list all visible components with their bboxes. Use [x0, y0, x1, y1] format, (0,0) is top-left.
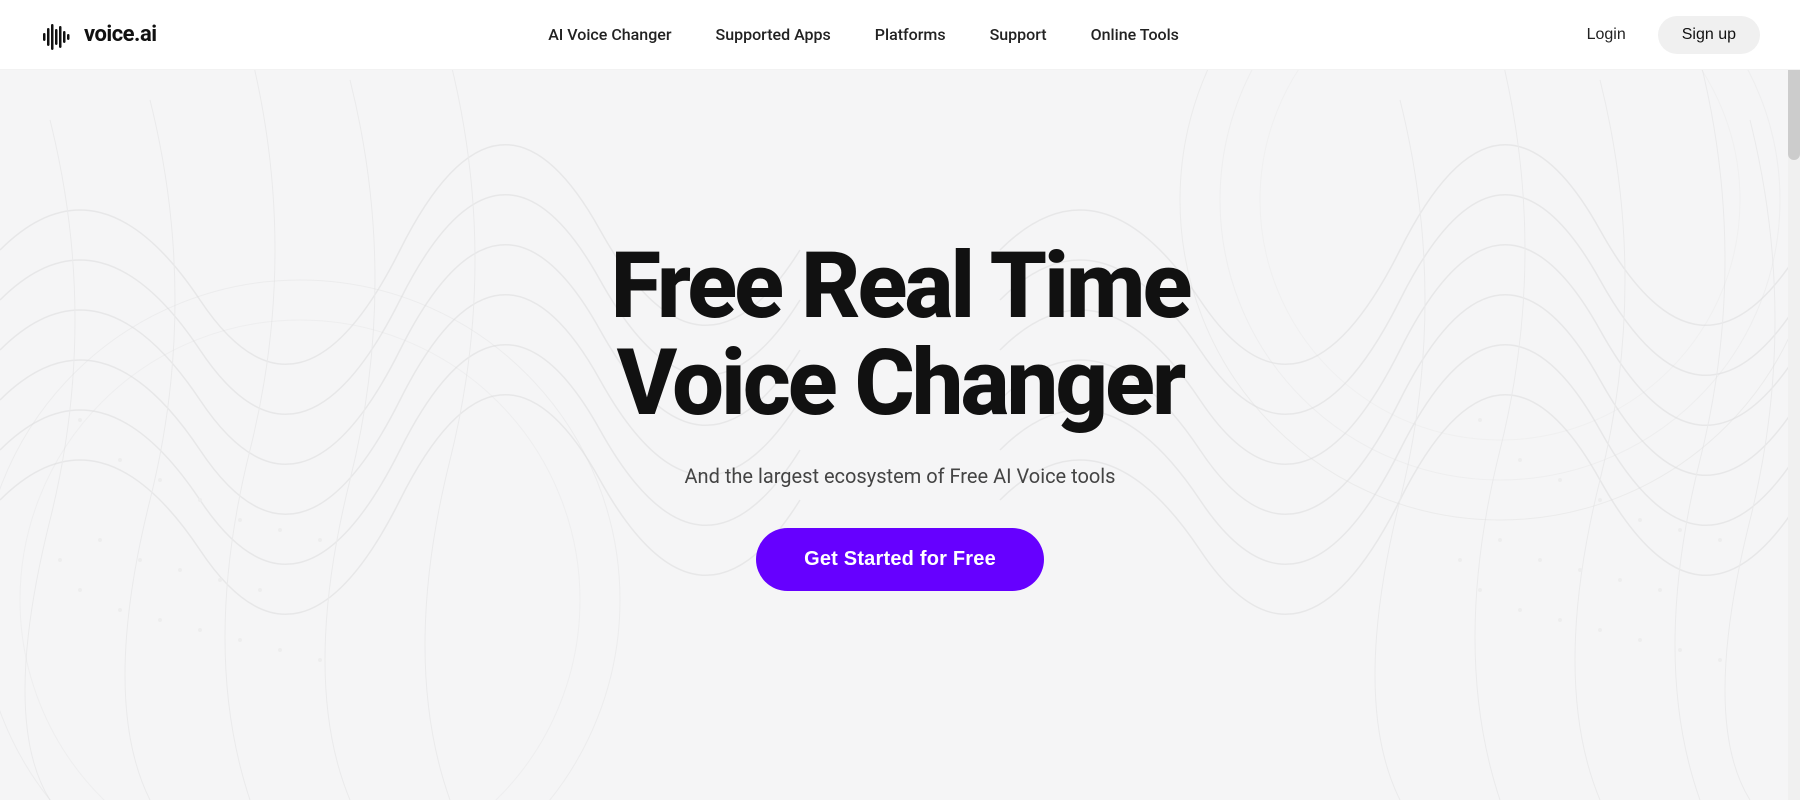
scrollbar[interactable]	[1788, 0, 1800, 800]
nav-ai-voice-changer[interactable]: AI Voice Changer	[548, 25, 671, 44]
nav-online-tools[interactable]: Online Tools	[1091, 25, 1179, 44]
nav-supported-apps[interactable]: Supported Apps	[716, 25, 831, 44]
nav-platforms[interactable]: Platforms	[875, 25, 946, 44]
logo-area[interactable]: voice.ai	[40, 17, 157, 53]
login-button[interactable]: Login	[1571, 18, 1642, 52]
nav-support[interactable]: Support	[990, 25, 1047, 44]
logo-text: voice.ai	[84, 22, 157, 47]
cta-button[interactable]: Get Started for Free	[756, 528, 1044, 591]
hero-content: Free Real Time Voice Changer And the lar…	[611, 239, 1190, 591]
navbar: voice.ai AI Voice Changer Supported Apps…	[0, 0, 1800, 70]
nav-auth: Login Sign up	[1571, 16, 1760, 54]
hero-title: Free Real Time Voice Changer	[611, 239, 1190, 432]
hero-subtitle: And the largest ecosystem of Free AI Voi…	[685, 464, 1116, 488]
hero-section: Free Real Time Voice Changer And the lar…	[0, 0, 1800, 800]
voice-waveform-icon	[40, 17, 76, 53]
signup-button[interactable]: Sign up	[1658, 16, 1760, 54]
nav-links: AI Voice Changer Supported Apps Platform…	[548, 25, 1179, 44]
